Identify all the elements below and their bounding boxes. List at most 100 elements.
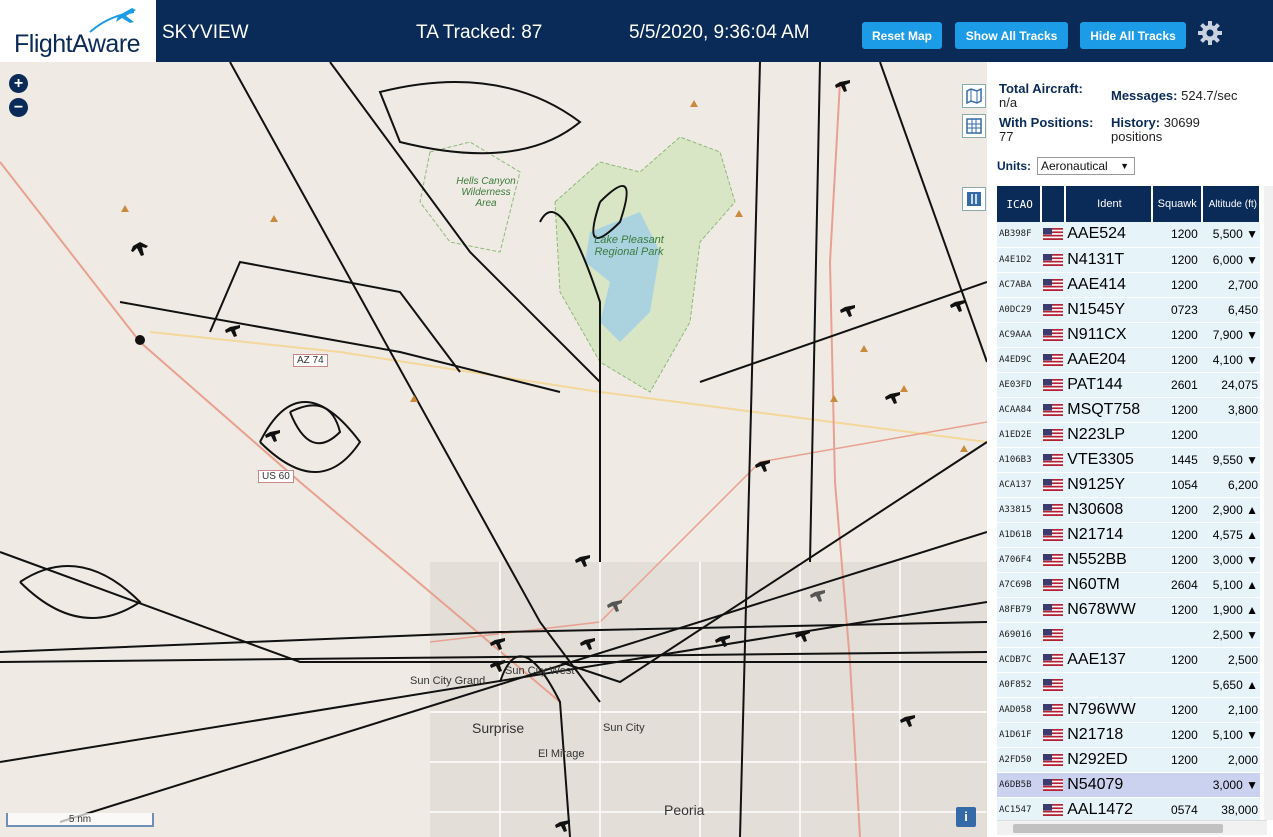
us-flag-icon bbox=[1043, 753, 1064, 766]
map-label-sun-city-west: Sun City West bbox=[505, 665, 575, 677]
cell-squawk: 1200 bbox=[1151, 747, 1202, 773]
columns-toggle-button[interactable] bbox=[962, 187, 986, 211]
table-row[interactable]: A8FB79 N678WW 1200 1,900 ▲ bbox=[997, 597, 1260, 623]
cell-icao: A706F4 bbox=[997, 547, 1042, 573]
column-header-icao[interactable]: ICAO bbox=[997, 186, 1043, 222]
table-row[interactable]: A6DB5B N54079 3,000 ▼ bbox=[997, 772, 1260, 798]
map-view[interactable]: Hells Canyon Wilderness Area Lake Pleasa… bbox=[0, 62, 987, 837]
cell-ident: N796WW bbox=[1065, 697, 1152, 723]
table-row[interactable]: AB398F AAE524 1200 5,500 ▼ bbox=[997, 222, 1260, 248]
us-flag-icon bbox=[1043, 253, 1064, 266]
reset-map-button[interactable]: Reset Map bbox=[862, 22, 942, 49]
table-row[interactable]: ACDB7C AAE137 1200 2,500 bbox=[997, 647, 1260, 673]
grid-toggle-button[interactable] bbox=[962, 114, 986, 138]
cell-icao: A2FD50 bbox=[997, 747, 1042, 773]
scrollbar-thumb[interactable] bbox=[1013, 824, 1223, 833]
zoom-out-button[interactable]: − bbox=[9, 98, 28, 117]
grid-icon bbox=[966, 118, 982, 134]
map-label-hells-canyon: Hells Canyon Wilderness Area bbox=[456, 176, 516, 209]
cell-ident: N1545Y bbox=[1065, 297, 1152, 323]
table-row[interactable]: ACAA84 MSQT758 1200 3,800 bbox=[997, 397, 1260, 423]
table-row[interactable]: A4E1D2 N4131T 1200 6,000 ▼ bbox=[997, 247, 1260, 273]
map-label-peoria: Peoria bbox=[664, 802, 705, 818]
map-layers-button[interactable] bbox=[962, 84, 986, 108]
table-row[interactable]: A706F4 N552BB 1200 3,000 ▼ bbox=[997, 547, 1260, 573]
us-flag-icon bbox=[1043, 578, 1064, 591]
cell-squawk: 1200 bbox=[1151, 722, 1202, 748]
cell-altitude: 2,100 bbox=[1201, 697, 1260, 723]
cell-ident bbox=[1065, 622, 1152, 648]
cell-ident: N30608 bbox=[1065, 497, 1152, 523]
us-flag-icon bbox=[1043, 653, 1064, 666]
total-aircraft: Total Aircraft: n/a bbox=[999, 81, 1083, 110]
table-row[interactable]: A4ED9C AAE204 1200 4,100 ▼ bbox=[997, 347, 1260, 373]
us-flag-icon bbox=[1043, 728, 1064, 741]
cell-altitude: 4,100 ▼ bbox=[1201, 347, 1260, 373]
cell-altitude: 5,100 ▼ bbox=[1201, 722, 1260, 748]
cell-altitude: 7,900 ▼ bbox=[1201, 322, 1260, 348]
cell-flag bbox=[1041, 747, 1066, 773]
info-icon[interactable]: i bbox=[956, 807, 976, 827]
us-flag-icon bbox=[1043, 303, 1064, 316]
table-row[interactable]: A106B3 VTE3305 1445 9,550 ▼ bbox=[997, 447, 1260, 473]
cell-squawk: 1200 bbox=[1151, 497, 1202, 523]
cell-flag bbox=[1041, 397, 1066, 423]
us-flag-icon bbox=[1043, 453, 1064, 466]
table-row[interactable]: A0F852 5,650 ▲ bbox=[997, 672, 1260, 698]
cell-ident bbox=[1065, 672, 1152, 698]
table-row[interactable]: AC9AAA N911CX 1200 7,900 ▼ bbox=[997, 322, 1260, 348]
table-row[interactable]: AAD058 N796WW 1200 2,100 bbox=[997, 697, 1260, 723]
table-row[interactable]: A1ED2E N223LP 1200 bbox=[997, 422, 1260, 448]
column-header-flag[interactable] bbox=[1041, 186, 1067, 222]
cell-ident: PAT144 bbox=[1065, 372, 1152, 398]
show-all-tracks-button[interactable]: Show All Tracks bbox=[955, 22, 1068, 49]
cell-altitude: 6,200 bbox=[1201, 472, 1260, 498]
cell-flag bbox=[1041, 672, 1066, 698]
cell-squawk: 1054 bbox=[1151, 472, 1202, 498]
horizontal-scrollbar[interactable] bbox=[997, 820, 1267, 835]
table-row[interactable]: A1D61F N21718 1200 5,100 ▼ bbox=[997, 722, 1260, 748]
table-row[interactable]: AC7ABA AAE414 1200 2,700 bbox=[997, 272, 1260, 298]
zoom-in-button[interactable]: + bbox=[9, 74, 28, 93]
cell-altitude: 3,000 ▼ bbox=[1201, 547, 1260, 573]
gear-icon[interactable] bbox=[1196, 19, 1224, 47]
table-row[interactable]: ACA137 N9125Y 1054 6,200 bbox=[997, 472, 1260, 498]
units-label: Units: bbox=[997, 159, 1031, 173]
aircraft-panel: Total Aircraft: n/a Messages: 524.7/sec W… bbox=[987, 62, 1273, 837]
units-select[interactable]: Aeronautical ▼ bbox=[1037, 157, 1135, 175]
table-row[interactable]: A0DC29 N1545Y 0723 6,450 bbox=[997, 297, 1260, 323]
cell-ident: N60TM bbox=[1065, 572, 1152, 598]
table-row[interactable]: A69016 2,500 ▼ bbox=[997, 622, 1260, 648]
cell-altitude: 9,550 ▼ bbox=[1201, 447, 1260, 473]
cell-altitude: 2,700 bbox=[1201, 272, 1260, 298]
us-flag-icon bbox=[1043, 228, 1064, 241]
table-row[interactable]: AC1547 AAL1472 0574 38,000 bbox=[997, 797, 1260, 823]
us-flag-icon bbox=[1043, 503, 1064, 516]
table-row[interactable]: A1D61B N21714 1200 4,575 ▲ bbox=[997, 522, 1260, 548]
cell-flag bbox=[1041, 322, 1066, 348]
cell-ident: N21714 bbox=[1065, 522, 1152, 548]
us-flag-icon bbox=[1043, 703, 1064, 716]
cell-flag bbox=[1041, 222, 1066, 248]
hide-all-tracks-button[interactable]: Hide All Tracks bbox=[1080, 22, 1186, 49]
cell-icao: AC9AAA bbox=[997, 322, 1042, 348]
cell-squawk: 1200 bbox=[1151, 397, 1202, 423]
vertical-scrollbar[interactable] bbox=[1264, 186, 1273, 820]
table-row[interactable]: AE03FD PAT144 2601 24,075 bbox=[997, 372, 1260, 398]
table-row[interactable]: A2FD50 N292ED 1200 2,000 bbox=[997, 747, 1260, 773]
cell-icao: A7C69B bbox=[997, 572, 1042, 598]
us-flag-icon bbox=[1043, 378, 1064, 391]
cell-icao: A1ED2E bbox=[997, 422, 1042, 448]
column-header-ident[interactable]: Ident bbox=[1065, 186, 1153, 222]
flightaware-logo[interactable]: FlightAware bbox=[0, 0, 156, 62]
table-row[interactable]: A7C69B N60TM 2604 5,100 ▲ bbox=[997, 572, 1260, 598]
cell-squawk: 1200 bbox=[1151, 647, 1202, 673]
column-header-altitude[interactable]: Altitude (ft) bbox=[1201, 186, 1262, 222]
us-flag-icon bbox=[1043, 428, 1064, 441]
cell-flag bbox=[1041, 497, 1066, 523]
cell-icao: AE03FD bbox=[997, 372, 1042, 398]
cell-squawk: 2601 bbox=[1151, 372, 1202, 398]
cell-icao: ACAA84 bbox=[997, 397, 1042, 423]
table-row[interactable]: A33815 N30608 1200 2,900 ▲ bbox=[997, 497, 1260, 523]
column-header-squawk[interactable]: Squawk bbox=[1151, 186, 1203, 222]
